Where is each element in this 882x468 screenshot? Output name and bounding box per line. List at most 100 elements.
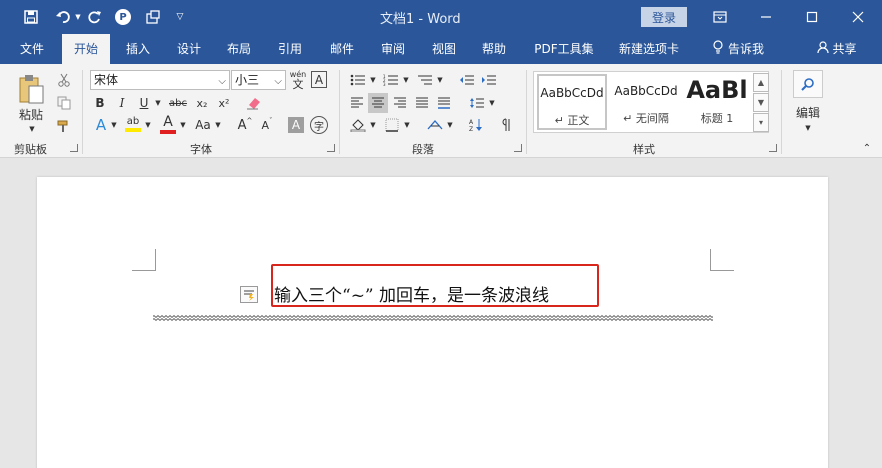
grow-font-icon[interactable]: A ^ (236, 115, 254, 135)
tab-home[interactable]: 开始 (62, 34, 110, 64)
undo-icon[interactable] (52, 6, 74, 28)
bullets-dropdown-icon[interactable]: ▼ (369, 70, 377, 90)
autocorrect-options-icon[interactable] (240, 286, 258, 303)
distributed-icon[interactable] (434, 93, 454, 113)
text-effects-dropdown-icon[interactable]: ▼ (110, 115, 118, 135)
customize-qat-icon[interactable]: ▽ (172, 6, 188, 28)
bold-button[interactable]: B (92, 93, 108, 113)
underline-dropdown-icon[interactable]: ▼ (154, 93, 162, 113)
subscript-button[interactable]: x₂ (192, 93, 212, 113)
pdf-icon[interactable]: P (112, 6, 134, 28)
numbering-icon[interactable]: 123 (380, 70, 402, 90)
tab-design[interactable]: 设计 (167, 34, 211, 64)
save-icon[interactable] (20, 6, 42, 28)
clipboard-launcher-icon[interactable] (70, 144, 78, 152)
close-icon[interactable] (843, 6, 873, 28)
line-spacing-icon[interactable] (466, 93, 488, 113)
touch-mode-icon[interactable] (142, 6, 164, 28)
highlight-color-button[interactable]: ab (123, 112, 143, 136)
numbering-dropdown-icon[interactable]: ▼ (402, 70, 410, 90)
tab-file[interactable]: 文件 (10, 34, 54, 64)
undo-dropdown-icon[interactable]: ▼ (72, 6, 84, 28)
chevron-down-icon[interactable]: ⌵ (218, 73, 226, 91)
strikethrough-button[interactable]: abc (166, 93, 190, 113)
decrease-indent-icon[interactable] (457, 70, 477, 90)
line-spacing-dropdown-icon[interactable]: ▼ (488, 93, 496, 113)
enclose-characters-button[interactable]: 字 (310, 116, 328, 134)
font-color-dropdown-icon[interactable]: ▼ (179, 115, 187, 135)
gallery-up-icon[interactable]: ▲ (753, 73, 769, 92)
shrink-font-icon[interactable]: Aˇ (258, 115, 276, 135)
borders-icon[interactable] (381, 115, 403, 135)
phonetic-guide-button[interactable]: wén 文 (288, 68, 308, 92)
increase-indent-icon[interactable] (479, 70, 499, 90)
text-effects-button[interactable]: A (92, 115, 110, 135)
shading-icon[interactable] (347, 115, 369, 135)
highlight-dropdown-icon[interactable]: ▼ (144, 115, 152, 135)
character-border-button[interactable]: A (311, 71, 327, 88)
tab-new-tab[interactable]: 新建选项卡 (613, 34, 685, 64)
tab-pdf-tools[interactable]: PDF工具集 (528, 34, 600, 64)
style-heading-1[interactable]: AaBl 标题 1 (684, 74, 750, 130)
tab-mailings[interactable]: 邮件 (320, 34, 364, 64)
align-right-icon[interactable] (390, 93, 410, 113)
character-shading-button[interactable]: A (288, 117, 304, 133)
highlighter-icon: ab (126, 116, 140, 127)
justify-icon[interactable] (412, 93, 432, 113)
font-color-button[interactable]: A (158, 112, 178, 136)
maximize-icon[interactable] (797, 6, 827, 28)
bullets-icon[interactable] (347, 70, 369, 90)
clear-formatting-icon[interactable] (244, 93, 264, 113)
copy-icon[interactable] (54, 93, 74, 113)
font-size-box[interactable]: 小三 ⌵ (231, 70, 286, 90)
tab-insert[interactable]: 插入 (116, 34, 160, 64)
chinese-layout-dropdown-icon[interactable]: ▼ (446, 115, 454, 135)
multilevel-dropdown-icon[interactable]: ▼ (436, 70, 444, 90)
paste-dropdown-icon[interactable]: ▼ (28, 119, 36, 139)
document-page[interactable]: 输入三个“~” 加回车，是一条波浪线 (37, 177, 828, 468)
document-text[interactable]: 输入三个“~” 加回车，是一条波浪线 (274, 281, 549, 306)
paragraph-launcher-icon[interactable] (514, 144, 522, 152)
change-case-dropdown-icon[interactable]: ▼ (214, 115, 222, 135)
tab-layout[interactable]: 布局 (217, 34, 261, 64)
cut-icon[interactable] (54, 70, 74, 90)
tab-view[interactable]: 视图 (422, 34, 466, 64)
align-left-icon[interactable] (347, 93, 367, 113)
paste-icon[interactable] (14, 70, 48, 108)
gallery-down-icon[interactable]: ▼ (753, 93, 769, 112)
borders-dropdown-icon[interactable]: ▼ (403, 115, 411, 135)
multilevel-list-icon[interactable] (414, 70, 436, 90)
share-button[interactable]: 共享 (812, 34, 862, 64)
login-button[interactable]: 登录 (641, 7, 687, 27)
tab-review[interactable]: 审阅 (371, 34, 415, 64)
document-area: 输入三个“~” 加回车，是一条波浪线 (0, 159, 882, 468)
align-center-icon[interactable] (368, 93, 388, 113)
shading-dropdown-icon[interactable]: ▼ (369, 115, 377, 135)
redo-icon[interactable] (85, 6, 105, 28)
sort-icon[interactable]: AZ (466, 115, 486, 135)
tab-references[interactable]: 引用 (268, 34, 312, 64)
chevron-down-icon[interactable]: ⌵ (274, 73, 282, 91)
clipboard-group-label: 剪贴板 (14, 143, 47, 156)
show-marks-icon[interactable] (496, 115, 516, 135)
underline-button[interactable]: U (136, 93, 152, 113)
minimize-icon[interactable] (751, 6, 781, 28)
italic-button[interactable]: I (114, 93, 130, 113)
style-normal[interactable]: AaBbCcDd ↵ 正文 (537, 74, 607, 130)
tab-tell-me[interactable]: 告诉我 (704, 34, 772, 64)
collapse-ribbon-icon[interactable]: ⌃ (860, 142, 874, 154)
font-name-box[interactable]: 宋体 ⌵ (90, 70, 230, 90)
change-case-button[interactable]: Aa (192, 115, 214, 135)
superscript-button[interactable]: x² (214, 93, 234, 113)
editing-dropdown-icon[interactable]: ▼ (804, 118, 812, 138)
gallery-more-icon[interactable]: ▾ (753, 113, 769, 132)
style-name: 标题 1 (700, 112, 734, 125)
find-icon[interactable] (793, 70, 823, 98)
font-launcher-icon[interactable] (327, 144, 335, 152)
ribbon-display-options-icon[interactable] (705, 6, 735, 28)
styles-launcher-icon[interactable] (769, 144, 777, 152)
format-painter-icon[interactable] (54, 116, 74, 136)
tab-help[interactable]: 帮助 (472, 34, 516, 64)
chinese-layout-icon[interactable] (424, 115, 446, 135)
style-no-spacing[interactable]: AaBbCcDd ↵ 无间隔 (610, 74, 682, 130)
